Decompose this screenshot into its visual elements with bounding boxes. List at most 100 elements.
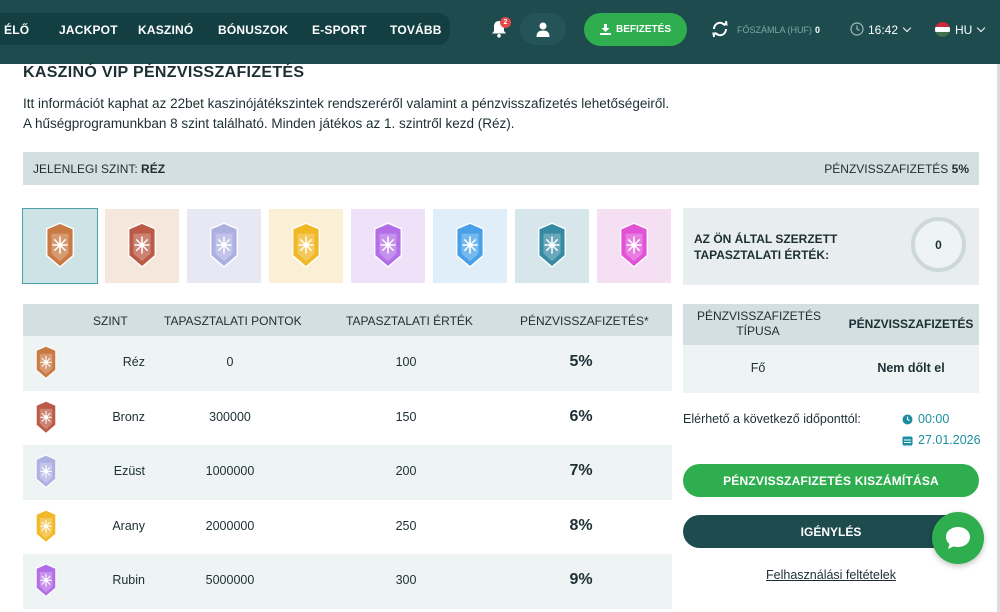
header-experience-points: TAPASZTALATI PONTOK [164,314,302,328]
available-time: 00:00 [902,412,949,426]
cell-value: 250 [395,518,417,533]
cell-cashback: 7% [569,462,593,479]
cell-points: 300000 [209,409,251,424]
experience-label-line-1: AZ ÖN ÁLTAL SZERZETT [694,232,838,246]
language-selector[interactable]: HU [955,23,986,37]
experience-label: AZ ÖN ÁLTAL SZERZETT TAPASZTALATI ÉRTÉK: [694,231,837,263]
nav-item-more[interactable]: TOVÁBB [390,23,442,37]
current-level-bar: JELENLEGI SZINT: RÉZ PÉNZVISSZAFIZETÉS 5… [23,152,979,185]
deposit-label: BEFIZETÉS [615,24,671,35]
main-balance[interactable]: FŐSZÁMLA (HUF) 0 [737,25,820,35]
current-cashback-value: 5% [951,162,969,176]
cell-cashback: 9% [569,571,593,588]
cell-level: Ezüst [113,464,145,478]
table-row: Arany 2000000 250 8% [23,500,672,555]
table-row: Bronz 300000 150 6% [23,391,672,446]
cell-cashback: 6% [569,407,593,425]
badge-emerald[interactable] [515,209,589,283]
nav-item-bonuses[interactable]: BÓNUSZOK [218,23,288,37]
nav-item-esport[interactable]: E-SPORT [312,23,367,37]
calendar-icon [902,436,913,445]
deposit-button[interactable]: BEFIZETÉS [584,13,687,46]
top-navigation-bar: ÉLŐ JACKPOT KASZINÓ BÓNUSZOK E-SPORT TOV… [0,0,1000,64]
experience-value-circle: 0 [911,217,966,272]
intro-line-1: Itt információt kaphat az 22bet kaszinój… [23,96,670,111]
hungary-flag-icon[interactable] [935,22,950,37]
intro-line-2: A hűségprogramunkban 8 szint található. … [23,116,515,131]
current-level-label: JELENLEGI SZINT: [33,162,138,176]
calculate-cashback-button[interactable]: PÉNZVISSZAFIZETÉS KISZÁMÍTÁSA [683,464,979,497]
cell-level: Arany [112,518,145,533]
available-time-value: 00:00 [918,412,950,426]
cell-level: Bronz [112,409,145,424]
cashback-status-value: Nem dőlt el [877,361,945,375]
refresh-icon[interactable] [711,20,729,38]
level-shield-icon [35,454,57,489]
badge-gold[interactable] [269,209,343,283]
cell-points: 2000000 [205,518,255,533]
copper-shield-icon [45,222,75,268]
user-icon [536,22,550,37]
table-row: Réz 0 100 5% [23,336,672,391]
balance-value: 0 [815,25,821,35]
table-body: Réz 0 100 5% Bronz 300000 150 6% Ezüst 1000000 200… [23,336,672,609]
table-row: Rubin 5000000 300 9% [23,554,672,609]
notification-count-badge: 2 [500,17,511,28]
diamond-shield-icon [619,222,649,268]
table-row: Ezüst 1000000 200 7% [23,445,672,500]
current-cashback: PÉNZVISSZAFIZETÉS 5% [824,162,969,176]
nav-item-jackpot[interactable]: JACKPOT [59,23,118,37]
badge-sapphire[interactable] [433,209,507,283]
level-shield-icon [35,563,57,598]
cell-points: 1000000 [205,464,255,478]
chat-bubble-icon [946,527,970,549]
badge-ruby[interactable] [351,209,425,283]
level-shield-icon [35,509,57,543]
cell-cashback: 5% [569,353,593,370]
live-chat-button[interactable] [932,512,984,564]
available-date: 27.01.2026 [902,433,981,447]
current-level-value: RÉZ [141,162,166,176]
badge-diamond[interactable] [597,209,671,283]
cell-level: Réz [122,355,145,369]
emerald-shield-icon [537,222,567,268]
cell-value: 100 [395,355,417,369]
time-selector[interactable]: 16:42 [868,23,912,37]
clock-icon [850,22,864,36]
cashback-type-header: PÉNZVISSZAFIZETÉS TÍPUSA [697,309,821,339]
table-header: SZINT TAPASZTALATI PONTOK TAPASZTALATI É… [23,304,672,336]
nav-item-live[interactable]: ÉLŐ [4,23,29,37]
current-cashback-label: PÉNZVISSZAFIZETÉS [824,162,949,176]
balance-label: FŐSZÁMLA (HUF) [737,25,813,35]
cell-points: 0 [226,355,234,369]
badge-copper[interactable] [22,208,98,284]
experience-panel: AZ ÖN ÁLTAL SZERZETT TAPASZTALATI ÉRTÉK:… [683,208,979,285]
ruby-shield-icon [373,222,403,268]
chevron-down-icon [977,23,986,33]
terms-link[interactable]: Felhasználási feltételek [683,568,979,582]
download-icon [599,24,611,35]
sapphire-shield-icon [455,222,485,268]
available-date-value: 27.01.2026 [918,433,981,447]
cashback-status-header: PÉNZVISSZAFIZETÉS [848,317,974,331]
user-account-button[interactable] [520,13,566,45]
clock-icon [902,414,913,424]
header-cashback: PÉNZVISSZAFIZETÉS* [520,314,649,328]
header-level: SZINT [93,314,128,328]
cell-value: 200 [395,464,417,478]
cashback-type-value: Fő [750,361,766,375]
level-shield-icon [35,345,57,380]
current-time: 16:42 [868,23,899,37]
badge-silver[interactable] [187,209,261,283]
levels-table: SZINT TAPASZTALATI PONTOK TAPASZTALATI É… [23,304,672,609]
language-code: HU [955,23,973,37]
bronze-shield-icon [127,222,157,268]
nav-item-casino[interactable]: KASZINÓ [138,23,193,37]
badge-bronze[interactable] [105,209,179,283]
current-level: JELENLEGI SZINT: RÉZ [33,162,165,176]
cell-value: 150 [395,409,417,424]
chevron-down-icon [902,23,912,33]
cell-cashback: 8% [569,516,593,534]
page-title: KASZINÓ VIP PÉNZVISSZAFIZETÉS [23,64,305,81]
cell-points: 5000000 [205,573,255,587]
